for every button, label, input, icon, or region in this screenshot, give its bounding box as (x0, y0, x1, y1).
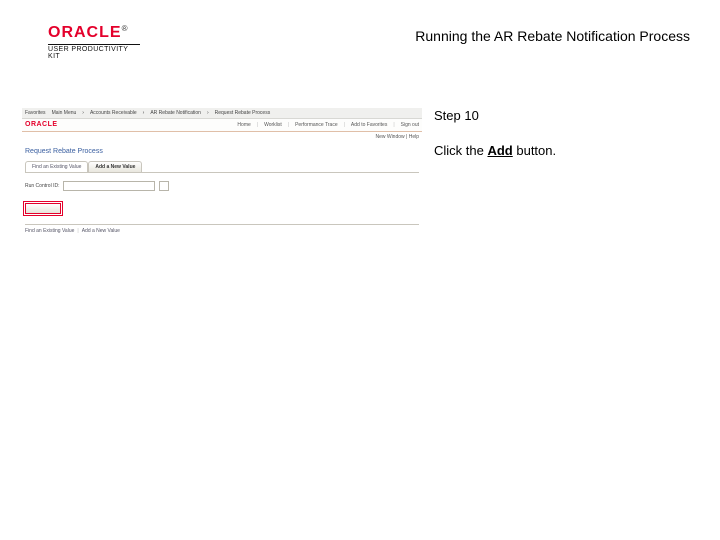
instruction-pre: Click the (434, 143, 487, 158)
footer-link-find[interactable]: Find an Existing Value (25, 228, 74, 234)
tab-strip: Find an Existing Value Add a New Value (25, 161, 419, 172)
link-perf-trace[interactable]: Performance Trace (295, 122, 338, 128)
app-screenshot: Favorites Main Menu › Accounts Receivabl… (22, 108, 422, 248)
tab-find-existing[interactable]: Find an Existing Value (25, 161, 88, 172)
brand-block: ORACLE® USER PRODUCTIVITY KIT (48, 24, 140, 60)
tab-add-new[interactable]: Add a New Value (88, 161, 142, 172)
run-control-input[interactable] (63, 181, 155, 191)
brand-subtitle: USER PRODUCTIVITY KIT (48, 44, 140, 60)
link-add-fav[interactable]: Add to Favorites (351, 122, 387, 128)
link-sign-out[interactable]: Sign out (401, 122, 419, 128)
crumb-item[interactable]: Main Menu (52, 110, 77, 116)
footer-tab-links: Find an Existing Value | Add a New Value (22, 225, 422, 237)
trademark-symbol: ® (122, 24, 128, 33)
step-label: Step 10 (434, 108, 694, 123)
crumb-item[interactable]: Request Rebate Process (215, 110, 271, 116)
lookup-icon[interactable] (159, 181, 169, 191)
instruction-text: Click the Add button. (434, 143, 694, 158)
run-control-row: Run Control ID: (22, 173, 422, 195)
add-button[interactable] (25, 203, 61, 214)
app-links: Home| Worklist| Performance Trace| Add t… (237, 122, 419, 128)
page-title: Running the AR Rebate Notification Proce… (415, 28, 690, 44)
component-title: Request Rebate Process (22, 142, 422, 160)
run-control-label: Run Control ID: (25, 183, 59, 189)
instruction-bold: Add (487, 143, 512, 158)
footer-link-add[interactable]: Add a New Value (82, 228, 120, 234)
window-meta[interactable]: New Window | Help (22, 132, 422, 142)
breadcrumb: Favorites Main Menu › Accounts Receivabl… (22, 108, 422, 119)
app-logo: ORACLE (25, 121, 58, 129)
instruction-post: button. (513, 143, 556, 158)
crumb-item[interactable]: AR Rebate Notification (150, 110, 201, 116)
brand-word: ORACLE (48, 24, 122, 41)
link-worklist[interactable]: Worklist (264, 122, 282, 128)
crumb-item[interactable]: Accounts Receivable (90, 110, 137, 116)
instruction-panel: Step 10 Click the Add button. (434, 108, 694, 158)
crumb-item[interactable]: Favorites (25, 110, 46, 116)
app-bar: ORACLE Home| Worklist| Performance Trace… (22, 119, 422, 132)
link-home[interactable]: Home (237, 122, 250, 128)
